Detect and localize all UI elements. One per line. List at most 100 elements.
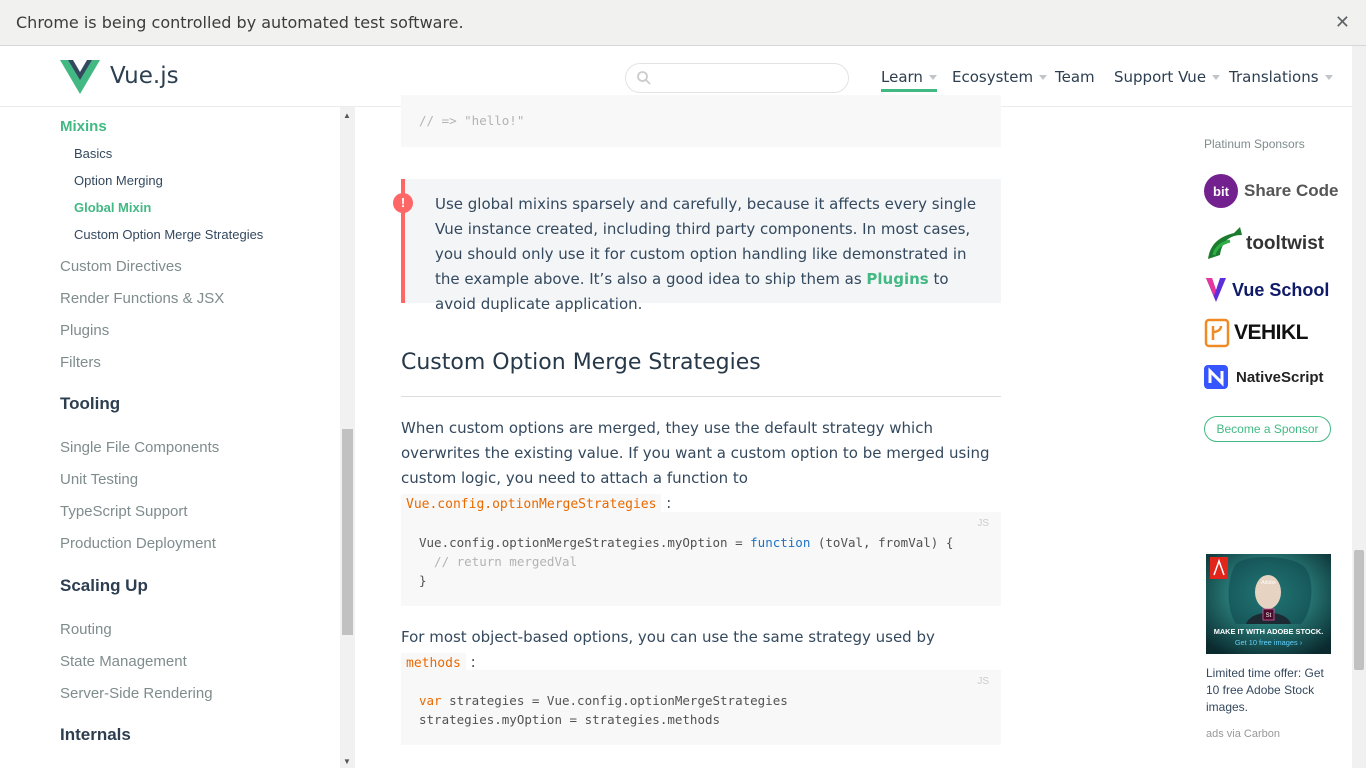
sidebar-sub-option-merging[interactable]: Option Merging bbox=[74, 173, 163, 188]
code-line: strategies = Vue.config.optionMergeStrat… bbox=[441, 693, 788, 708]
sponsor-name: Vue School bbox=[1232, 279, 1330, 300]
vueschool-icon bbox=[1206, 278, 1226, 302]
sponsor-nativescript[interactable]: NativeScript bbox=[1204, 358, 1324, 396]
chevron-down-icon bbox=[1039, 75, 1048, 80]
paragraph-merge-strategies: When custom options are merged, they use… bbox=[401, 416, 1001, 517]
code-block-merge-fn: JS Vue.config.optionMergeStrategies.myOp… bbox=[401, 512, 1001, 606]
close-icon[interactable]: ✕ bbox=[1335, 12, 1350, 33]
automation-infobar: Chrome is being controlled by automated … bbox=[0, 0, 1366, 46]
sidebar-sub-global-mixin[interactable]: Global Mixin bbox=[74, 200, 151, 215]
code-lang-label: JS bbox=[977, 518, 989, 529]
code-line: } bbox=[419, 573, 427, 588]
code-keyword: var bbox=[419, 693, 442, 708]
nav-team-label: Team bbox=[1055, 68, 1095, 86]
sidebar-item-typescript[interactable]: TypeScript Support bbox=[60, 503, 188, 520]
scroll-up-icon[interactable]: ▲ bbox=[343, 111, 351, 120]
sponsor-name: VEHIKL bbox=[1234, 321, 1309, 344]
sidebar-item-routing[interactable]: Routing bbox=[60, 621, 112, 638]
section-heading: Custom Option Merge Strategies bbox=[401, 350, 761, 375]
chevron-down-icon bbox=[928, 75, 937, 80]
code-block-strategies: JS var strategies = Vue.config.optionMer… bbox=[401, 670, 1001, 745]
paragraph-object-options: For most object-based options, you can u… bbox=[401, 625, 1001, 676]
bit-icon: bit bbox=[1204, 174, 1238, 208]
code-block-previous: // => "hello!" bbox=[401, 95, 1001, 147]
para1-text: When custom options are merged, they use… bbox=[401, 419, 990, 487]
sidebar-sub-custom-option-merge[interactable]: Custom Option Merge Strategies bbox=[74, 227, 263, 242]
sidebar-item-filters[interactable]: Filters bbox=[60, 354, 101, 371]
warning-icon: ! bbox=[393, 193, 413, 213]
nav-support-label: Support Vue bbox=[1114, 68, 1207, 86]
nativescript-icon bbox=[1204, 365, 1228, 389]
ad-image: St Adobe MAKE IT WITH ADOBE STOCK. Get 1… bbox=[1206, 554, 1331, 654]
code-content: var strategies = Vue.config.optionMergeS… bbox=[419, 691, 788, 729]
nav-learn-label: Learn bbox=[881, 68, 923, 86]
sponsor-bit[interactable]: bit Share Code bbox=[1204, 172, 1338, 210]
sponsor-name: tooltwist bbox=[1246, 233, 1325, 254]
carbon-ad-image[interactable]: St Adobe MAKE IT WITH ADOBE STOCK. Get 1… bbox=[1206, 554, 1331, 654]
plugins-link[interactable]: Plugins bbox=[866, 270, 928, 288]
search-icon bbox=[637, 71, 651, 85]
chevron-down-icon bbox=[1324, 75, 1333, 80]
vue-logo-icon[interactable] bbox=[60, 60, 100, 94]
sidebar-item-render-functions[interactable]: Render Functions & JSX bbox=[60, 290, 224, 307]
code-lang-label: JS bbox=[977, 676, 989, 687]
sidebar-item-ssr[interactable]: Server-Side Rendering bbox=[60, 685, 213, 702]
sidebar-scrollbar[interactable]: ▲ ▼ bbox=[340, 107, 355, 768]
ad-brand-text: Adobe bbox=[1261, 580, 1276, 586]
nav-translations[interactable]: Translations bbox=[1229, 68, 1333, 86]
sponsor-vehikl[interactable]: VEHIKL bbox=[1204, 314, 1309, 352]
sponsor-vueschool[interactable]: Vue School bbox=[1204, 271, 1329, 309]
sidebar-item-plugins[interactable]: Plugins bbox=[60, 322, 109, 339]
code-keyword: function bbox=[750, 535, 811, 550]
become-sponsor-button[interactable]: Become a Sponsor bbox=[1204, 416, 1331, 442]
sidebar-sub-basics[interactable]: Basics bbox=[74, 146, 112, 161]
sidebar: Mixins Basics Option Merging Global Mixi… bbox=[0, 107, 340, 768]
sidebar-item-unit-testing[interactable]: Unit Testing bbox=[60, 471, 138, 488]
infobar-message: Chrome is being controlled by automated … bbox=[16, 13, 464, 32]
sidebar-item-sfc[interactable]: Single File Components bbox=[60, 439, 219, 456]
ads-via-carbon[interactable]: ads via Carbon bbox=[1206, 728, 1280, 740]
nav-ecosystem-label: Ecosystem bbox=[952, 68, 1034, 86]
page-scrollbar[interactable] bbox=[1352, 46, 1366, 768]
warning-tip: ! Use global mixins sparsely and careful… bbox=[393, 179, 1001, 313]
vehikl-icon bbox=[1204, 318, 1230, 348]
ad-headline: MAKE IT WITH ADOBE STOCK. bbox=[1214, 627, 1324, 636]
code-comment: // return mergedVal bbox=[419, 554, 578, 569]
chevron-down-icon bbox=[1212, 75, 1221, 80]
para2-text: For most object-based options, you can u… bbox=[401, 628, 935, 646]
sponsor-name: NativeScript bbox=[1236, 368, 1324, 386]
bit-logo-text: bit bbox=[1213, 184, 1230, 199]
sidebar-heading-internals: Internals bbox=[60, 725, 131, 744]
search-box[interactable] bbox=[625, 63, 849, 93]
code-line: (toVal, fromVal) { bbox=[810, 535, 954, 550]
svg-text:St: St bbox=[1266, 613, 1272, 619]
tooltwist-icon bbox=[1208, 227, 1242, 259]
sidebar-item-production[interactable]: Production Deployment bbox=[60, 535, 216, 552]
sponsor-tooltwist[interactable]: tooltwist bbox=[1204, 225, 1324, 263]
nav-ecosystem[interactable]: Ecosystem bbox=[952, 68, 1048, 86]
search-input[interactable] bbox=[658, 69, 838, 87]
brand-name[interactable]: Vue.js bbox=[110, 63, 179, 89]
para1-end: : bbox=[661, 494, 672, 512]
sidebar-item-mixins[interactable]: Mixins bbox=[60, 118, 107, 135]
code-content: Vue.config.optionMergeStrategies.myOptio… bbox=[419, 533, 953, 590]
sidebar-item-custom-directives[interactable]: Custom Directives bbox=[60, 258, 182, 275]
page-scroll-thumb[interactable] bbox=[1354, 550, 1364, 670]
sponsor-name: Share Code bbox=[1244, 181, 1339, 200]
sidebar-heading-tooling: Tooling bbox=[60, 394, 121, 413]
code-line: strategies.myOption = strategies.methods bbox=[419, 712, 721, 727]
code-line: Vue.config.optionMergeStrategies.myOptio… bbox=[419, 535, 751, 550]
tip-text: Use global mixins sparsely and carefully… bbox=[435, 192, 985, 317]
sidebar-heading-scaling: Scaling Up bbox=[60, 576, 148, 595]
sidebar-item-state[interactable]: State Management bbox=[60, 653, 187, 670]
sponsors-title: Platinum Sponsors bbox=[1204, 137, 1305, 151]
nav-learn[interactable]: Learn bbox=[881, 68, 937, 92]
scroll-down-icon[interactable]: ▼ bbox=[343, 757, 351, 766]
ad-caption[interactable]: Limited time offer: Get 10 free Adobe St… bbox=[1206, 665, 1336, 716]
nav-translations-label: Translations bbox=[1229, 68, 1319, 86]
heading-divider bbox=[401, 396, 1001, 397]
nav-support-vue[interactable]: Support Vue bbox=[1114, 68, 1221, 86]
nav-team[interactable]: Team bbox=[1055, 68, 1095, 86]
para2-end: : bbox=[465, 653, 476, 671]
sidebar-scroll-thumb[interactable] bbox=[342, 429, 353, 635]
